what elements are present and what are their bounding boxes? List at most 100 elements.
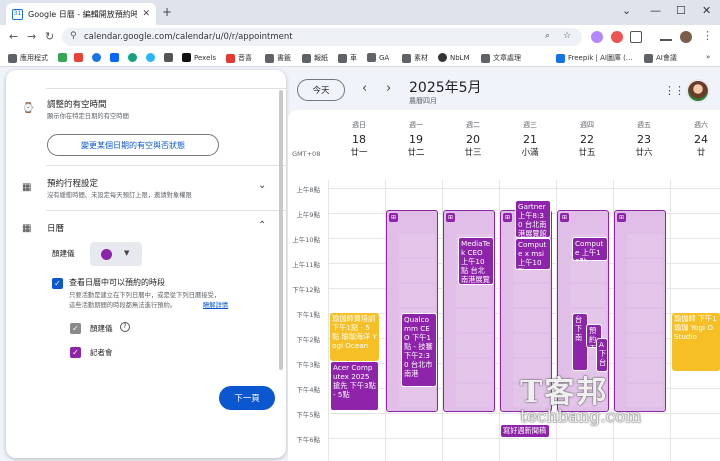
event-qualcomm-ceo[interactable]: Qualcomm CEO 下午1點 - 技審 下午2:30 台北市南港 [401, 313, 437, 387]
calendar-2-checkbox[interactable]: ✓ [70, 347, 81, 358]
learn-more-link[interactable]: 瞭解詳情 [203, 300, 228, 309]
panel-scrollbar[interactable] [279, 90, 283, 370]
chevron-down-icon[interactable]: ⌄ [258, 180, 266, 191]
event-computex-msi[interactable]: Compute x msi 上午10點 [515, 238, 551, 270]
profile-icon[interactable] [680, 31, 692, 43]
day-header-sun[interactable]: 週日 18 廿一 [332, 120, 386, 158]
calendar-color-picker[interactable]: ▼ [90, 242, 142, 266]
bookmark-apps[interactable]: 應用程式 [8, 53, 48, 63]
bookmark-nblm[interactable]: NbLM [438, 53, 470, 62]
booking-settings-title[interactable]: 預約行程設定 [47, 177, 98, 189]
appointment-icon: ⊞ [617, 213, 626, 222]
check-description-2: 這些活動期間的時段都無法進行預約。 [69, 302, 177, 309]
tab-search-icon[interactable]: ⌄ [622, 4, 631, 17]
divider [46, 165, 286, 166]
day-header-mon[interactable]: 週一 19 廿二 [389, 120, 443, 158]
calendar-1-checkbox[interactable]: ✓ [70, 323, 81, 334]
hour-line [328, 188, 720, 189]
menu-icon[interactable]: ⋮ [702, 29, 713, 42]
event-yoga-sat[interactable]: 瑜伽師 下午1 瑜珈 Yogi O Studio [672, 313, 720, 371]
day-header-wed[interactable]: 週三 21 小滿 [503, 120, 557, 158]
calendar-color-label: 顏建儀 [52, 249, 75, 258]
bookmark-icon-4[interactable] [110, 53, 119, 62]
previous-week-icon[interactable]: ‹ [362, 81, 367, 96]
extensions-puzzle-icon[interactable] [630, 31, 642, 43]
bookmark-folder-4[interactable]: GA [367, 53, 389, 62]
more-bookmarks-icon[interactable]: » [706, 53, 710, 61]
bookmark-folder-7[interactable]: AI會議 [644, 53, 677, 63]
timezone-label: GMT+08 [292, 150, 321, 158]
day-header-thu[interactable]: 週四 22 廿五 [560, 120, 614, 158]
hour-label: 下午2點 [296, 336, 320, 344]
adjusted-availability-sub: 顯示你在特定日期的有空時間 [47, 113, 129, 120]
bookmark-icon-6[interactable] [146, 53, 155, 62]
event-acer-computex[interactable]: Acer Computex 2025 搶先 下午3點 - 5點 [330, 361, 379, 411]
bookmark-star-icon[interactable]: ☆ [563, 31, 571, 41]
close-tab-icon[interactable]: ✕ [142, 9, 150, 19]
minimize-icon[interactable]: — [650, 4, 661, 17]
new-tab-icon[interactable]: + [162, 5, 172, 19]
extension-icon[interactable] [591, 31, 603, 43]
zoom-icon[interactable]: ⌕ [545, 31, 550, 41]
bookmark-folder-3[interactable]: 車 [338, 53, 357, 63]
chevron-up-icon[interactable]: ⌃ [258, 220, 266, 231]
back-icon[interactable]: ← [9, 30, 18, 43]
hour-label: 上午9點 [296, 211, 320, 219]
bookmark-icon-5[interactable] [128, 53, 137, 62]
hour-label: 上午10點 [292, 236, 320, 244]
view-available-slots-checkbox[interactable]: ✓ [52, 278, 63, 289]
bookmark-folder-2[interactable]: 報紙 [302, 53, 328, 63]
calendar-settings-icon: ▦ [22, 182, 32, 193]
appointment-settings-panel: ⌚ 調整的有空時間 顯示你在特定日期的有空時間 變更某個日期的有空與否狀態 ▦ … [6, 70, 286, 458]
event-mediatek-ceo[interactable]: MediaTek CEO 上午10點 台北南港展覽館2 [458, 237, 494, 285]
next-button[interactable]: 下一頁 [219, 386, 275, 410]
omnibox[interactable]: ⚲ calendar.google.com/calendar/u/0/r/app… [62, 28, 582, 46]
bookmark-icon-2[interactable] [74, 53, 83, 62]
extension-red-icon[interactable] [611, 31, 623, 43]
bookmark-music[interactable]: 音喜 [226, 53, 252, 63]
view-available-slots-label: 查看日曆中可以預約的時段 [69, 278, 165, 287]
site-info-icon[interactable]: ⚲ [70, 31, 77, 41]
lunar-month: 農曆四月 [409, 97, 437, 105]
bookmarks-bar: 應用程式 Pexels 音喜 書籤 報紙 車 GA 素材 NbLM 文章處理 F… [0, 49, 720, 67]
bookmark-pexels[interactable]: Pexels [182, 53, 216, 62]
bookmark-freepik[interactable]: Freepik | AI圖庫 (... [556, 53, 633, 63]
event-computex-thu[interactable]: Compute 上午10點 [572, 237, 608, 261]
adjusted-availability-title: 調整的有空時間 [47, 100, 107, 110]
bookmark-folder-5[interactable]: 素材 [402, 53, 428, 63]
appointment-icon: ⊞ [503, 213, 512, 222]
download-icon[interactable] [660, 31, 672, 41]
next-week-icon[interactable]: › [386, 81, 391, 96]
today-button[interactable]: 今天 [297, 79, 345, 101]
bookmark-folder-6[interactable]: 文章處理 [481, 53, 521, 63]
appointment-icon: ⊞ [560, 213, 569, 222]
hour-label: 上午8點 [296, 186, 320, 194]
day-header-sat[interactable]: 週六 24 廿 [674, 120, 720, 158]
hour-label: 下午1點 [296, 311, 320, 319]
reload-icon[interactable]: ↻ [45, 30, 54, 43]
avatar[interactable] [686, 79, 710, 103]
maximize-icon[interactable]: ☐ [676, 4, 686, 17]
hour-line [328, 438, 720, 439]
window-close-icon[interactable]: ✕ [702, 4, 711, 17]
bookmark-icon-7[interactable] [164, 53, 173, 62]
bookmark-icon-1[interactable] [58, 53, 67, 62]
calendar-icon: ▦ [22, 223, 32, 234]
event-yoga-sun[interactable]: 瑜伽師資培訓 下午1點 - 5點 瑜珈海洋 Yogi Ocean [330, 313, 379, 361]
check-description-1: 只要活動是建立在下列日曆中，或是從下列日曆接受， [69, 292, 221, 299]
help-icon[interactable]: ? [120, 322, 130, 332]
url-text[interactable]: calendar.google.com/calendar/u/0/r/appoi… [84, 32, 293, 42]
calendar-section-title[interactable]: 日曆 [47, 222, 64, 234]
hour-label: 下午6點 [296, 436, 320, 444]
day-header-tue[interactable]: 週二 20 廿三 [446, 120, 500, 158]
change-availability-button[interactable]: 變更某個日期的有空與否狀態 [47, 134, 219, 156]
day-divider [670, 180, 671, 461]
forward-icon[interactable]: → [27, 30, 36, 43]
bookmark-folder-1[interactable]: 書籤 [265, 53, 291, 63]
day-header-fri[interactable]: 週五 23 廿六 [617, 120, 671, 158]
browser-tab[interactable]: 31 Google 日曆 - 編輯開放預約時段 ✕ [6, 3, 156, 25]
event-gartner[interactable]: Gartner 上午8:30 台北南港展覽館2 [515, 200, 551, 238]
bookmark-icon-3[interactable] [92, 53, 101, 62]
tab-bar: 31 Google 日曆 - 編輯開放預約時段 ✕ + ⌄ — ☐ ✕ [0, 0, 720, 25]
techbang-watermark: T客邦 techbang.com [520, 375, 642, 427]
